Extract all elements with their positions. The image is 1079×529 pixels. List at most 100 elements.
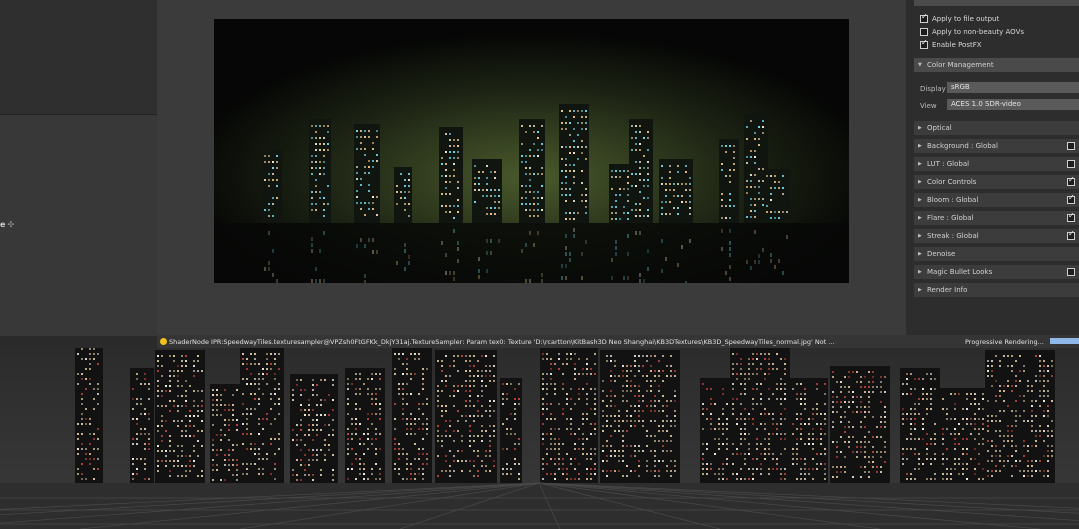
window-light — [212, 399, 214, 401]
window-light — [740, 413, 742, 415]
window-light — [502, 423, 504, 425]
general-section-header[interactable] — [914, 0, 1079, 6]
apply-file-output-checkbox[interactable] — [920, 12, 928, 23]
section-bloom-global[interactable]: ▶ Bloom : Global — [914, 193, 1079, 207]
window-light — [987, 450, 989, 452]
window-light — [400, 191, 402, 193]
window-light — [368, 172, 370, 174]
window-light — [465, 355, 467, 357]
window-light — [758, 168, 760, 170]
window-light — [258, 418, 260, 420]
window-light — [292, 399, 294, 401]
section-color-controls[interactable]: ▶ Color Controls — [914, 175, 1079, 189]
window-light — [177, 420, 179, 422]
view-select[interactable]: ACES 1.0 SDR-video — [947, 99, 1079, 110]
window-light — [666, 470, 668, 472]
section-denoise[interactable]: ▶ Denoise — [914, 247, 1079, 261]
window-light — [165, 430, 167, 432]
window-light — [157, 385, 159, 387]
window-light — [449, 145, 451, 147]
section-enable-checkbox[interactable] — [1067, 175, 1075, 186]
window-light — [93, 358, 95, 360]
window-light — [410, 393, 412, 395]
window-light — [400, 197, 402, 199]
window-light — [784, 368, 786, 370]
window-light — [418, 418, 420, 420]
window-light — [848, 421, 850, 423]
window-light — [614, 450, 616, 452]
window-light — [85, 448, 87, 450]
window-light — [950, 418, 952, 420]
window-light — [493, 425, 495, 427]
window-light — [1051, 450, 1053, 452]
window-light — [1035, 380, 1037, 382]
window-light — [642, 355, 644, 357]
window-light — [529, 203, 531, 205]
window-light — [406, 468, 408, 470]
window-light — [848, 371, 850, 373]
window-light — [1015, 380, 1017, 382]
window-light — [726, 428, 728, 430]
3d-viewport[interactable] — [0, 348, 1079, 529]
apply-non-beauty-checkbox[interactable] — [920, 28, 928, 36]
apply-file-output-row[interactable]: Apply to file output — [920, 12, 999, 25]
section-enable-checkbox[interactable] — [1067, 211, 1075, 222]
window-light — [820, 423, 822, 425]
window-light — [582, 418, 584, 420]
window-light — [848, 426, 850, 428]
window-light — [498, 207, 500, 209]
window-light — [974, 428, 976, 430]
window-light — [638, 415, 640, 417]
window-light — [764, 413, 766, 415]
window-light — [852, 396, 854, 398]
window-light — [574, 443, 576, 445]
window-light — [670, 400, 672, 402]
window-light — [270, 473, 272, 475]
window-light — [136, 403, 138, 405]
enable-postfx-row[interactable]: Enable PostFX — [920, 38, 982, 51]
section-render-info[interactable]: ▶ Render Info — [914, 283, 1079, 297]
enable-postfx-checkbox[interactable] — [920, 38, 928, 49]
color-management-header[interactable]: ▼ Color Management — [914, 58, 1079, 72]
section-label: Denoise — [927, 250, 956, 258]
window-light — [169, 445, 171, 447]
section-enable-checkbox[interactable] — [1067, 142, 1075, 150]
window-light — [1031, 405, 1033, 407]
reflection-light — [364, 280, 366, 283]
window-light — [685, 201, 687, 203]
apply-non-beauty-row[interactable]: Apply to non-beauty AOVs — [920, 26, 1024, 38]
window-light — [902, 423, 904, 425]
section-enable-checkbox[interactable] — [1067, 160, 1075, 168]
window-light — [748, 358, 750, 360]
section-label: Color Controls — [927, 178, 977, 186]
section-magic-bullet-looks[interactable]: ▶ Magic Bullet Looks — [914, 265, 1079, 279]
display-select[interactable]: sRGB — [947, 82, 1079, 93]
section-background-global[interactable]: ▶ Background : Global — [914, 139, 1079, 153]
window-light — [995, 415, 997, 417]
window-light — [157, 445, 159, 447]
window-light — [533, 203, 535, 205]
window-light — [85, 408, 87, 410]
window-light — [954, 443, 956, 445]
section-enable-checkbox[interactable] — [1067, 193, 1075, 204]
window-light — [394, 428, 396, 430]
window-light — [646, 360, 648, 362]
window-light — [618, 430, 620, 432]
window-light — [355, 418, 357, 420]
window-light — [1007, 460, 1009, 462]
window-light — [824, 413, 826, 415]
window-light — [792, 388, 794, 390]
section-enable-checkbox[interactable] — [1067, 268, 1075, 276]
render-preview-image[interactable] — [214, 19, 849, 283]
section-streak-global[interactable]: ▶ Streak : Global — [914, 229, 1079, 243]
reflection-light — [647, 249, 649, 253]
section-optical[interactable]: ▶ Optical — [914, 121, 1079, 135]
section-enable-checkbox[interactable] — [1067, 229, 1075, 240]
window-light — [371, 373, 373, 375]
window-light — [264, 179, 266, 181]
window-light — [1007, 440, 1009, 442]
section-lut-global[interactable]: ▶ LUT : Global — [914, 157, 1079, 171]
section-flare-global[interactable]: ▶ Flare : Global — [914, 211, 1079, 225]
window-light — [590, 473, 592, 475]
window-light — [482, 189, 484, 191]
